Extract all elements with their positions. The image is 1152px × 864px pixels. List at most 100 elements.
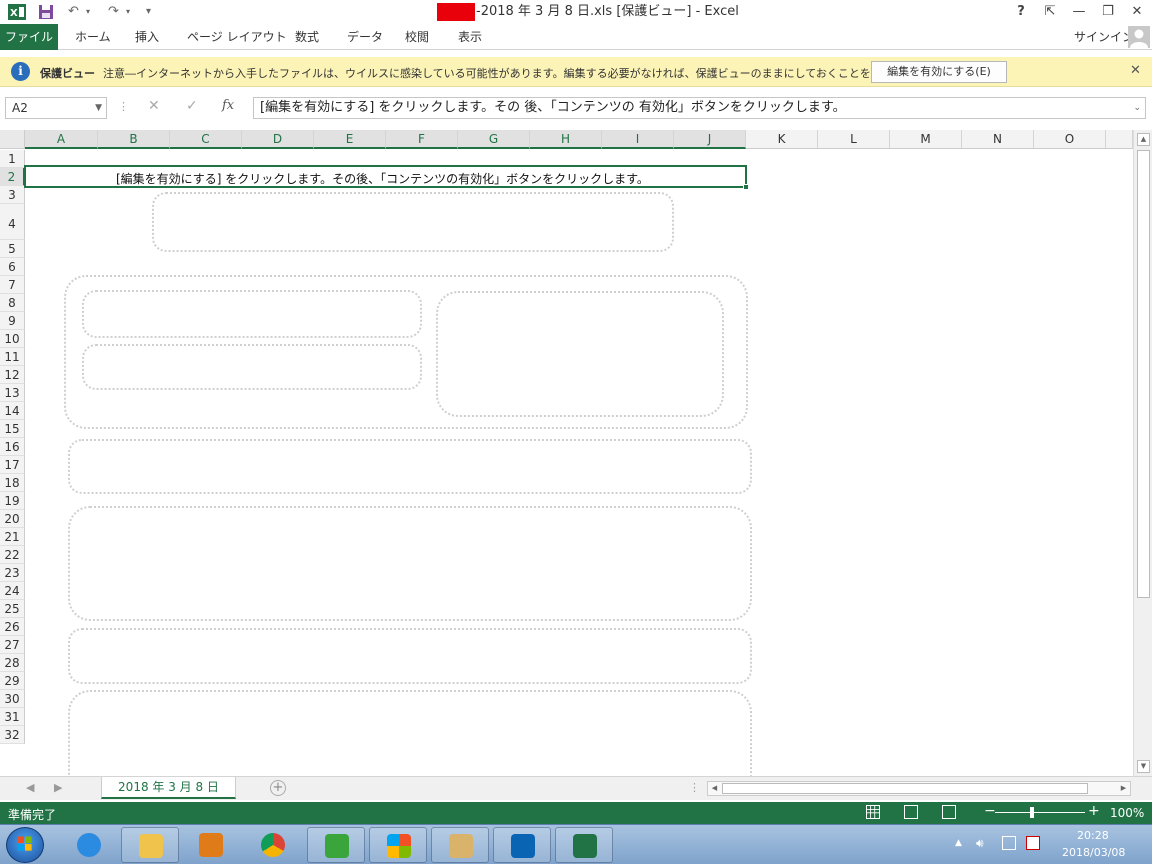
- column-header[interactable]: C: [170, 130, 242, 149]
- sheet-prev-icon[interactable]: ◀: [26, 781, 34, 794]
- clock-time[interactable]: 20:28: [1077, 829, 1109, 842]
- column-header[interactable]: J: [674, 130, 746, 149]
- shape-box-right[interactable]: [436, 291, 724, 417]
- sheet-next-icon[interactable]: ▶: [54, 781, 62, 794]
- add-sheet-icon[interactable]: +: [270, 780, 286, 796]
- taskbar-app-chrome[interactable]: [244, 827, 302, 863]
- tab-home[interactable]: ホーム: [75, 24, 111, 50]
- shape-box-row18[interactable]: [68, 506, 752, 621]
- row-header[interactable]: 7: [0, 276, 25, 294]
- scroll-right-icon[interactable]: ▶: [1117, 782, 1130, 795]
- zoom-out-icon[interactable]: −: [984, 803, 996, 819]
- row-header[interactable]: 23: [0, 564, 25, 582]
- taskbar-app-windows[interactable]: [369, 827, 427, 863]
- column-header[interactable]: I: [602, 130, 674, 149]
- select-all-corner[interactable]: [0, 130, 25, 149]
- row-header[interactable]: 11: [0, 348, 25, 366]
- tray-expand-icon[interactable]: ▲: [955, 838, 962, 848]
- column-header[interactable]: E: [314, 130, 386, 149]
- fill-handle[interactable]: [743, 184, 749, 190]
- action-center-icon[interactable]: [1026, 836, 1040, 850]
- volume-icon[interactable]: 🔊︎: [976, 836, 984, 851]
- row-header[interactable]: 12: [0, 366, 25, 384]
- scroll-left-icon[interactable]: ◀: [708, 782, 721, 795]
- row-header[interactable]: 30: [0, 690, 25, 708]
- network-icon[interactable]: [1002, 836, 1016, 850]
- row-header[interactable]: 20: [0, 510, 25, 528]
- row-header[interactable]: 17: [0, 456, 25, 474]
- column-header[interactable]: F: [386, 130, 458, 149]
- worksheet-grid[interactable]: ABCDEFGHIJKLMNO 1 2 3 4 5 6 7 8 9 10 11 12 13 14 15 16 1…: [0, 130, 1152, 776]
- taskbar-app-media-player[interactable]: [182, 827, 240, 863]
- row-header[interactable]: 13: [0, 384, 25, 402]
- row-header[interactable]: 21: [0, 528, 25, 546]
- row-header[interactable]: 27: [0, 636, 25, 654]
- row-header[interactable]: 6: [0, 258, 25, 276]
- row-header[interactable]: 16: [0, 438, 25, 456]
- tab-page-layout[interactable]: ページ レイアウト: [187, 24, 287, 50]
- zoom-slider[interactable]: [995, 812, 1085, 813]
- row-header[interactable]: 32: [0, 726, 25, 744]
- save-icon[interactable]: [38, 4, 54, 20]
- column-header[interactable]: A: [25, 130, 98, 149]
- row-header[interactable]: 31: [0, 708, 25, 726]
- normal-view-icon[interactable]: [866, 805, 880, 819]
- help-icon[interactable]: ?: [1007, 2, 1035, 22]
- sign-in-link[interactable]: サインイン: [1074, 24, 1134, 50]
- formula-input[interactable]: [編集を有効にする] をクリックします。その 後、「コンテンツの 有効化」ボタン…: [253, 97, 1146, 119]
- row-header[interactable]: 14: [0, 402, 25, 420]
- column-header[interactable]: N: [962, 130, 1034, 149]
- customize-quick-access-icon[interactable]: ▾: [146, 2, 151, 22]
- tab-formulas[interactable]: 数式: [295, 24, 319, 50]
- row-header[interactable]: 28: [0, 654, 25, 672]
- start-button[interactable]: [6, 827, 44, 863]
- row-header[interactable]: 2: [0, 168, 25, 186]
- close-icon[interactable]: ✕: [1130, 63, 1141, 78]
- sheet-tab-active[interactable]: 2018 年 3 月 8 日: [101, 777, 236, 799]
- chevron-down-icon[interactable]: ▼: [95, 98, 102, 118]
- tab-splitter[interactable]: ⋮: [689, 781, 700, 794]
- selected-cell[interactable]: [24, 165, 747, 188]
- row-header[interactable]: 4: [0, 204, 25, 240]
- taskbar-app-excel[interactable]: [555, 827, 613, 863]
- column-header[interactable]: H: [530, 130, 602, 149]
- tab-view[interactable]: 表示: [458, 24, 482, 50]
- row-header[interactable]: 5: [0, 240, 25, 258]
- redo-dropdown-icon[interactable]: ▾: [126, 2, 130, 22]
- row-header[interactable]: 19: [0, 492, 25, 510]
- tab-data[interactable]: データ: [347, 24, 383, 50]
- shape-box-top[interactable]: [152, 192, 674, 252]
- shape-box-row25[interactable]: [68, 628, 752, 684]
- vertical-scroll-thumb[interactable]: [1137, 150, 1150, 598]
- taskbar-app-shark[interactable]: [307, 827, 365, 863]
- name-box[interactable]: A2 ▼: [5, 97, 107, 119]
- cancel-icon[interactable]: ✕: [148, 98, 160, 114]
- taskbar-app-outlook[interactable]: [493, 827, 551, 863]
- minimize-button[interactable]: —: [1065, 2, 1093, 22]
- tab-file[interactable]: ファイル: [0, 24, 58, 50]
- zoom-level[interactable]: 100%: [1110, 806, 1144, 820]
- horizontal-scrollbar[interactable]: ◀ ▶: [707, 781, 1131, 796]
- avatar[interactable]: [1128, 26, 1150, 48]
- column-header[interactable]: O: [1034, 130, 1106, 149]
- row-header[interactable]: 9: [0, 312, 25, 330]
- shape-box-row14[interactable]: [68, 439, 752, 494]
- undo-dropdown-icon[interactable]: ▾: [86, 2, 90, 22]
- shape-box-left-lower[interactable]: [82, 344, 422, 390]
- column-header[interactable]: G: [458, 130, 530, 149]
- tab-review[interactable]: 校閲: [405, 24, 429, 50]
- redo-icon[interactable]: ↷: [108, 2, 119, 22]
- shape-box-left-upper[interactable]: [82, 290, 422, 338]
- expand-formula-bar-icon[interactable]: ⌄: [1133, 98, 1141, 118]
- horizontal-scroll-thumb[interactable]: [722, 783, 1088, 794]
- taskbar-app-folder[interactable]: [431, 827, 489, 863]
- row-header[interactable]: 10: [0, 330, 25, 348]
- tab-insert[interactable]: 挿入: [135, 24, 159, 50]
- column-header[interactable]: D: [242, 130, 314, 149]
- row-header[interactable]: 15: [0, 420, 25, 438]
- page-break-view-icon[interactable]: [942, 805, 956, 819]
- scroll-up-icon[interactable]: ▲: [1137, 133, 1150, 146]
- row-header[interactable]: 29: [0, 672, 25, 690]
- shape-box-row28[interactable]: [68, 690, 752, 776]
- row-header[interactable]: 22: [0, 546, 25, 564]
